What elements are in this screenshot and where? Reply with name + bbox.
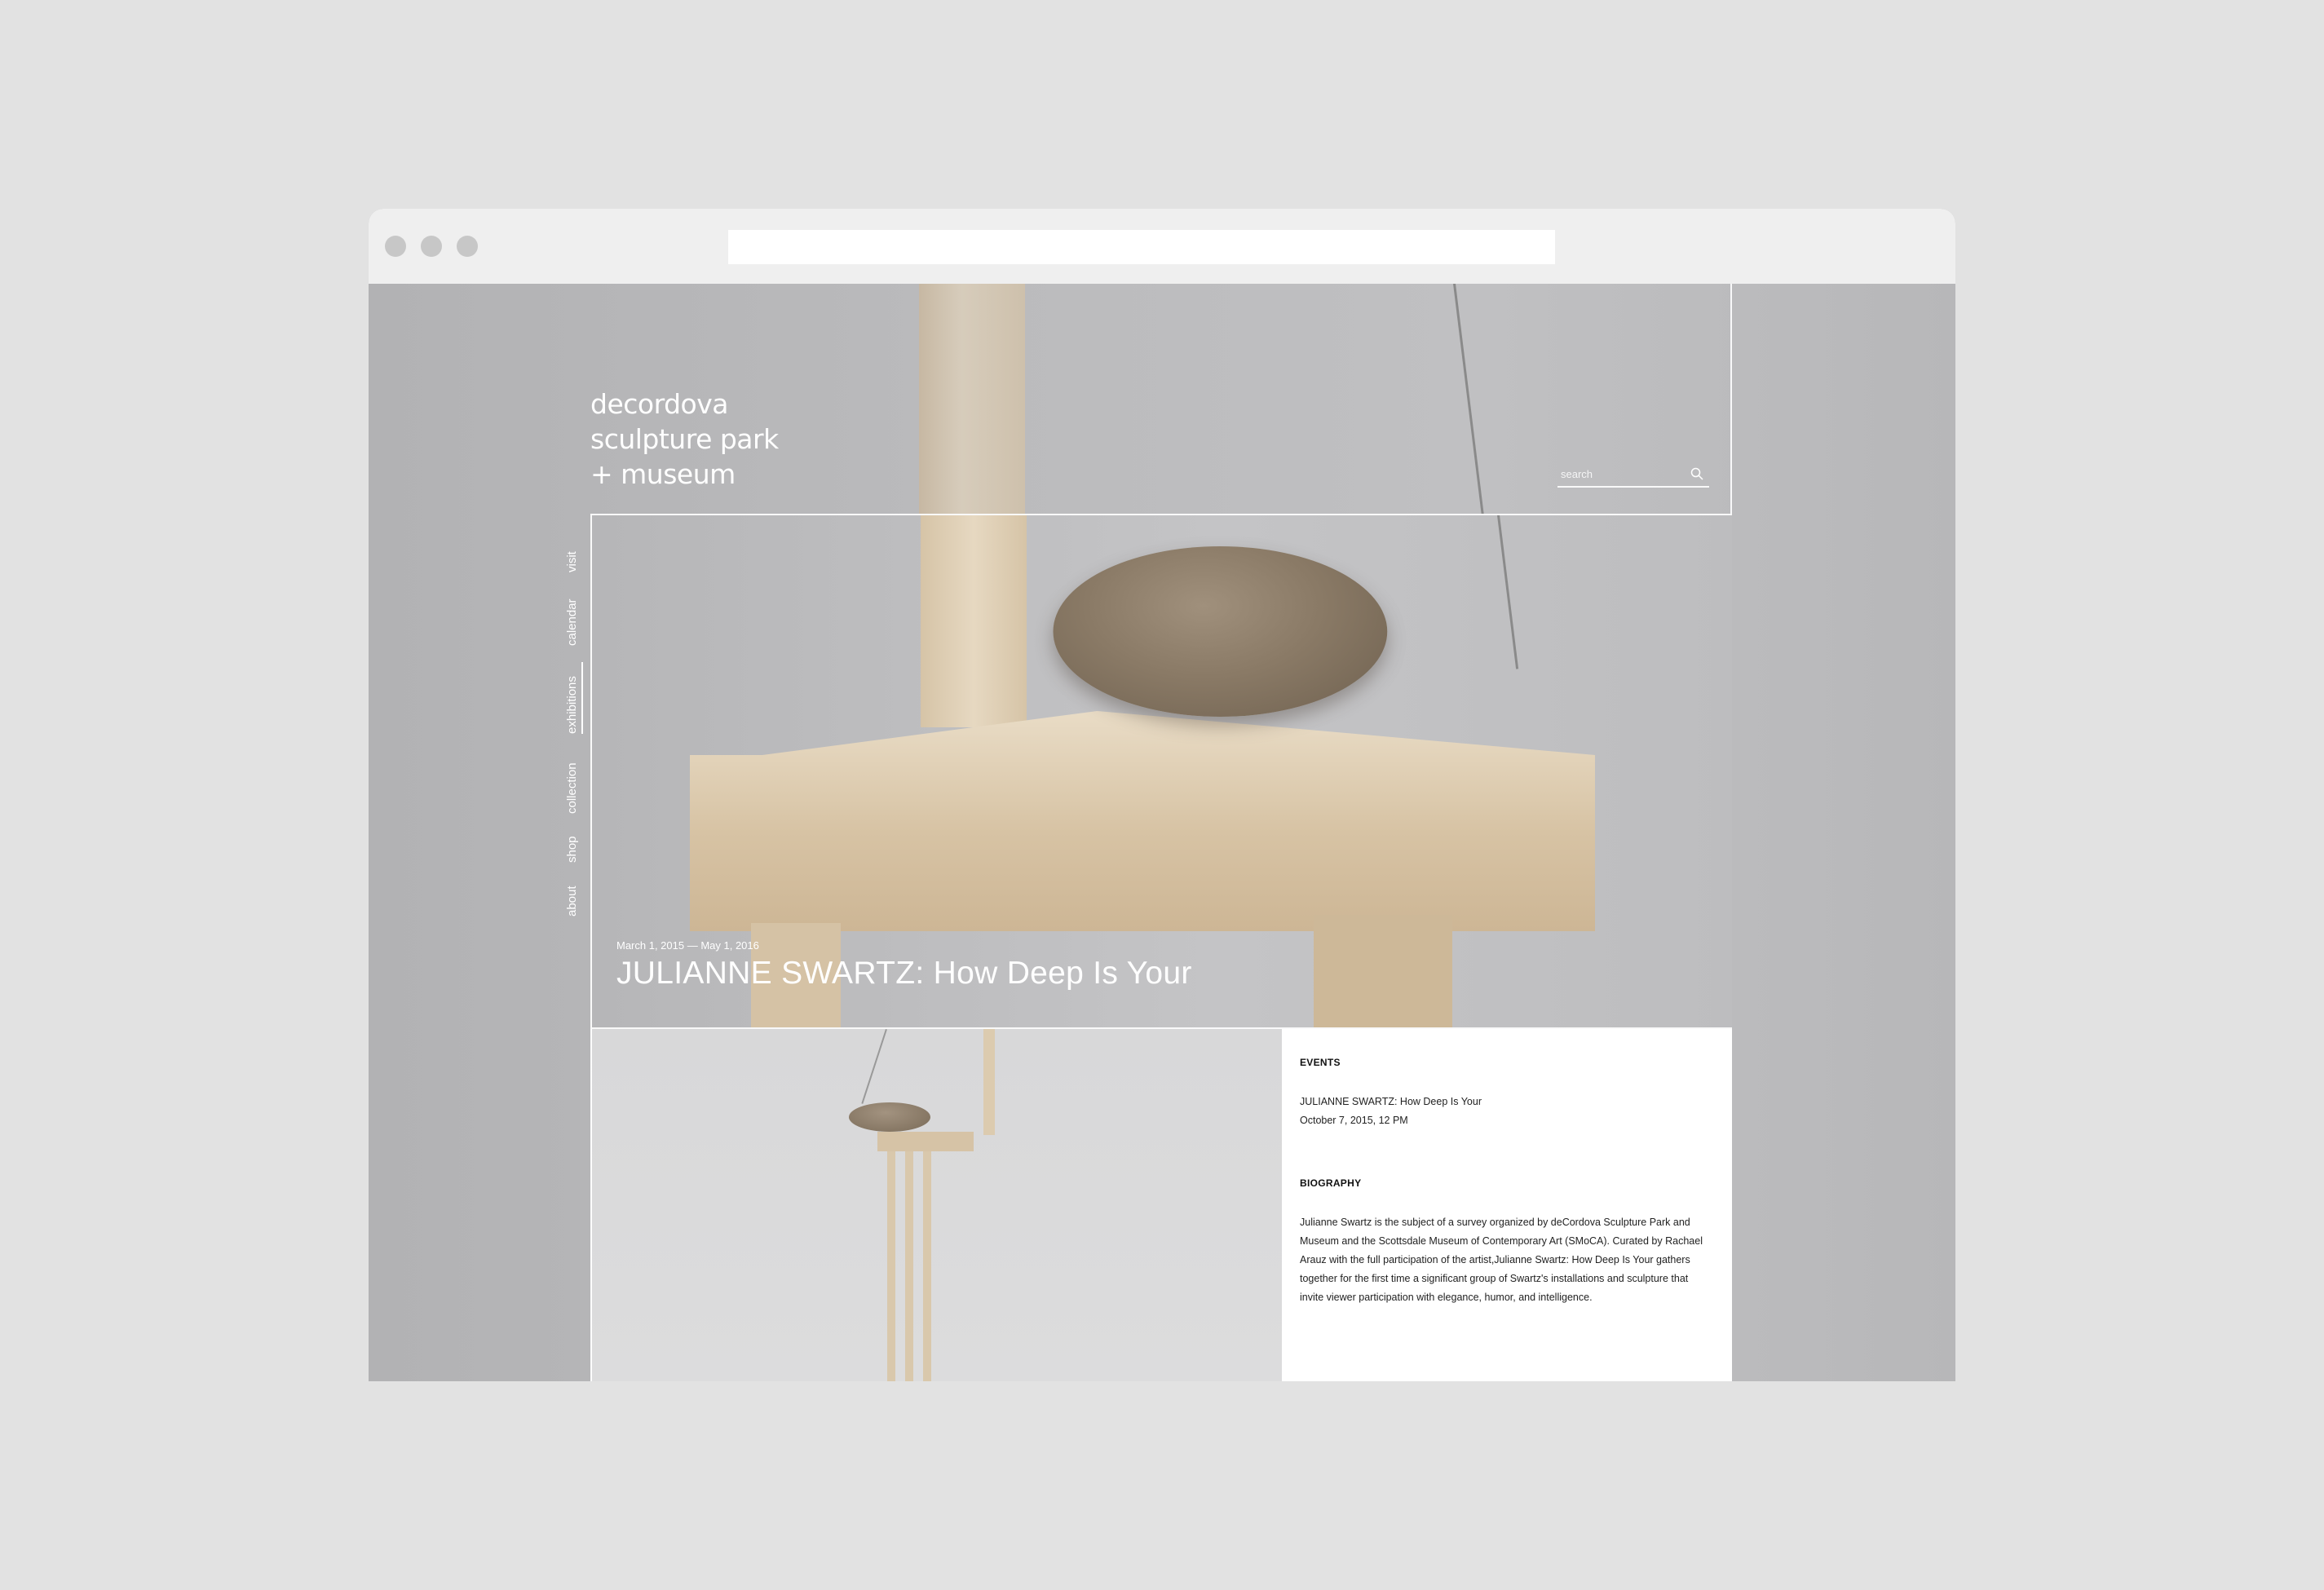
hero-sculpture-wire bbox=[1497, 515, 1519, 669]
window-close-dot[interactable] bbox=[385, 236, 406, 257]
biography-text: Julianne Swartz is the subject of a surv… bbox=[1300, 1217, 1703, 1303]
sculpture-stone bbox=[849, 1102, 930, 1132]
nav-item-about[interactable]: about bbox=[545, 879, 585, 916]
exhibition-title[interactable]: JULIANNE SWARTZ: How Deep Is Your bbox=[616, 956, 1192, 992]
nav-item-calendar[interactable]: calendar bbox=[545, 589, 585, 646]
sculpture-leg bbox=[887, 1151, 895, 1381]
exhibition-dates: March 1, 2015 — May 1, 2016 bbox=[616, 939, 759, 952]
logo-line-3: + museum bbox=[590, 458, 736, 490]
nav-label-collection: collection bbox=[565, 762, 579, 814]
hero-sculpture-seat bbox=[690, 711, 1595, 931]
nav-label-exhibitions: exhibitions bbox=[565, 676, 579, 734]
nav-item-exhibitions[interactable]: exhibitions bbox=[545, 662, 585, 735]
event-item[interactable]: JULIANNE SWARTZ: How Deep Is Your Octobe… bbox=[1300, 1093, 1708, 1130]
browser-toolbar bbox=[369, 209, 1955, 284]
nav-item-shop[interactable]: shop bbox=[545, 830, 585, 863]
sculpture-wire bbox=[861, 1029, 887, 1104]
search-box bbox=[1557, 465, 1709, 488]
page-viewport: decordova sculpture park + museum visit … bbox=[369, 284, 1955, 1381]
browser-window: decordova sculpture park + museum visit … bbox=[369, 209, 1955, 1381]
exhibition-info-panel: EVENTS JULIANNE SWARTZ: How Deep Is Your… bbox=[1282, 1029, 1732, 1381]
site-logo[interactable]: decordova sculpture park + museum bbox=[590, 386, 779, 492]
logo-line-1: decordova bbox=[590, 388, 728, 420]
nav-active-indicator bbox=[581, 662, 583, 734]
nav-label-about: about bbox=[565, 886, 579, 916]
search-input[interactable] bbox=[1561, 465, 1683, 483]
sculpture-post bbox=[983, 1029, 995, 1135]
hero-sculpture-post bbox=[921, 515, 1027, 727]
window-maximize-dot[interactable] bbox=[457, 236, 478, 257]
nav-label-shop: shop bbox=[565, 836, 579, 863]
nav-label-calendar: calendar bbox=[565, 598, 579, 646]
window-minimize-dot[interactable] bbox=[421, 236, 442, 257]
sculpture-leg bbox=[923, 1151, 931, 1381]
search-icon[interactable] bbox=[1690, 466, 1704, 481]
events-heading: EVENTS bbox=[1300, 1057, 1341, 1068]
nav-item-collection[interactable]: collection bbox=[545, 752, 585, 814]
hero-exhibition[interactable]: March 1, 2015 — May 1, 2016 JULIANNE SWA… bbox=[590, 514, 1732, 1029]
hero-sculpture-stone bbox=[1053, 546, 1388, 717]
logo-line-2: sculpture park bbox=[590, 423, 779, 455]
event-date: October 7, 2015, 12 PM bbox=[1300, 1115, 1408, 1126]
side-navigation: visit calendar exhibitions collection sh… bbox=[545, 537, 585, 944]
biography-heading: BIOGRAPHY bbox=[1300, 1177, 1362, 1189]
event-title: JULIANNE SWARTZ: How Deep Is Your bbox=[1300, 1096, 1482, 1107]
hero-sculpture-leg bbox=[1314, 915, 1452, 1027]
address-bar[interactable] bbox=[728, 230, 1555, 264]
sculpture-seat bbox=[877, 1132, 974, 1151]
nav-label-visit: visit bbox=[565, 551, 579, 572]
exhibition-secondary-image bbox=[590, 1029, 1282, 1381]
nav-item-visit[interactable]: visit bbox=[545, 537, 585, 572]
sculpture-leg bbox=[905, 1151, 913, 1381]
